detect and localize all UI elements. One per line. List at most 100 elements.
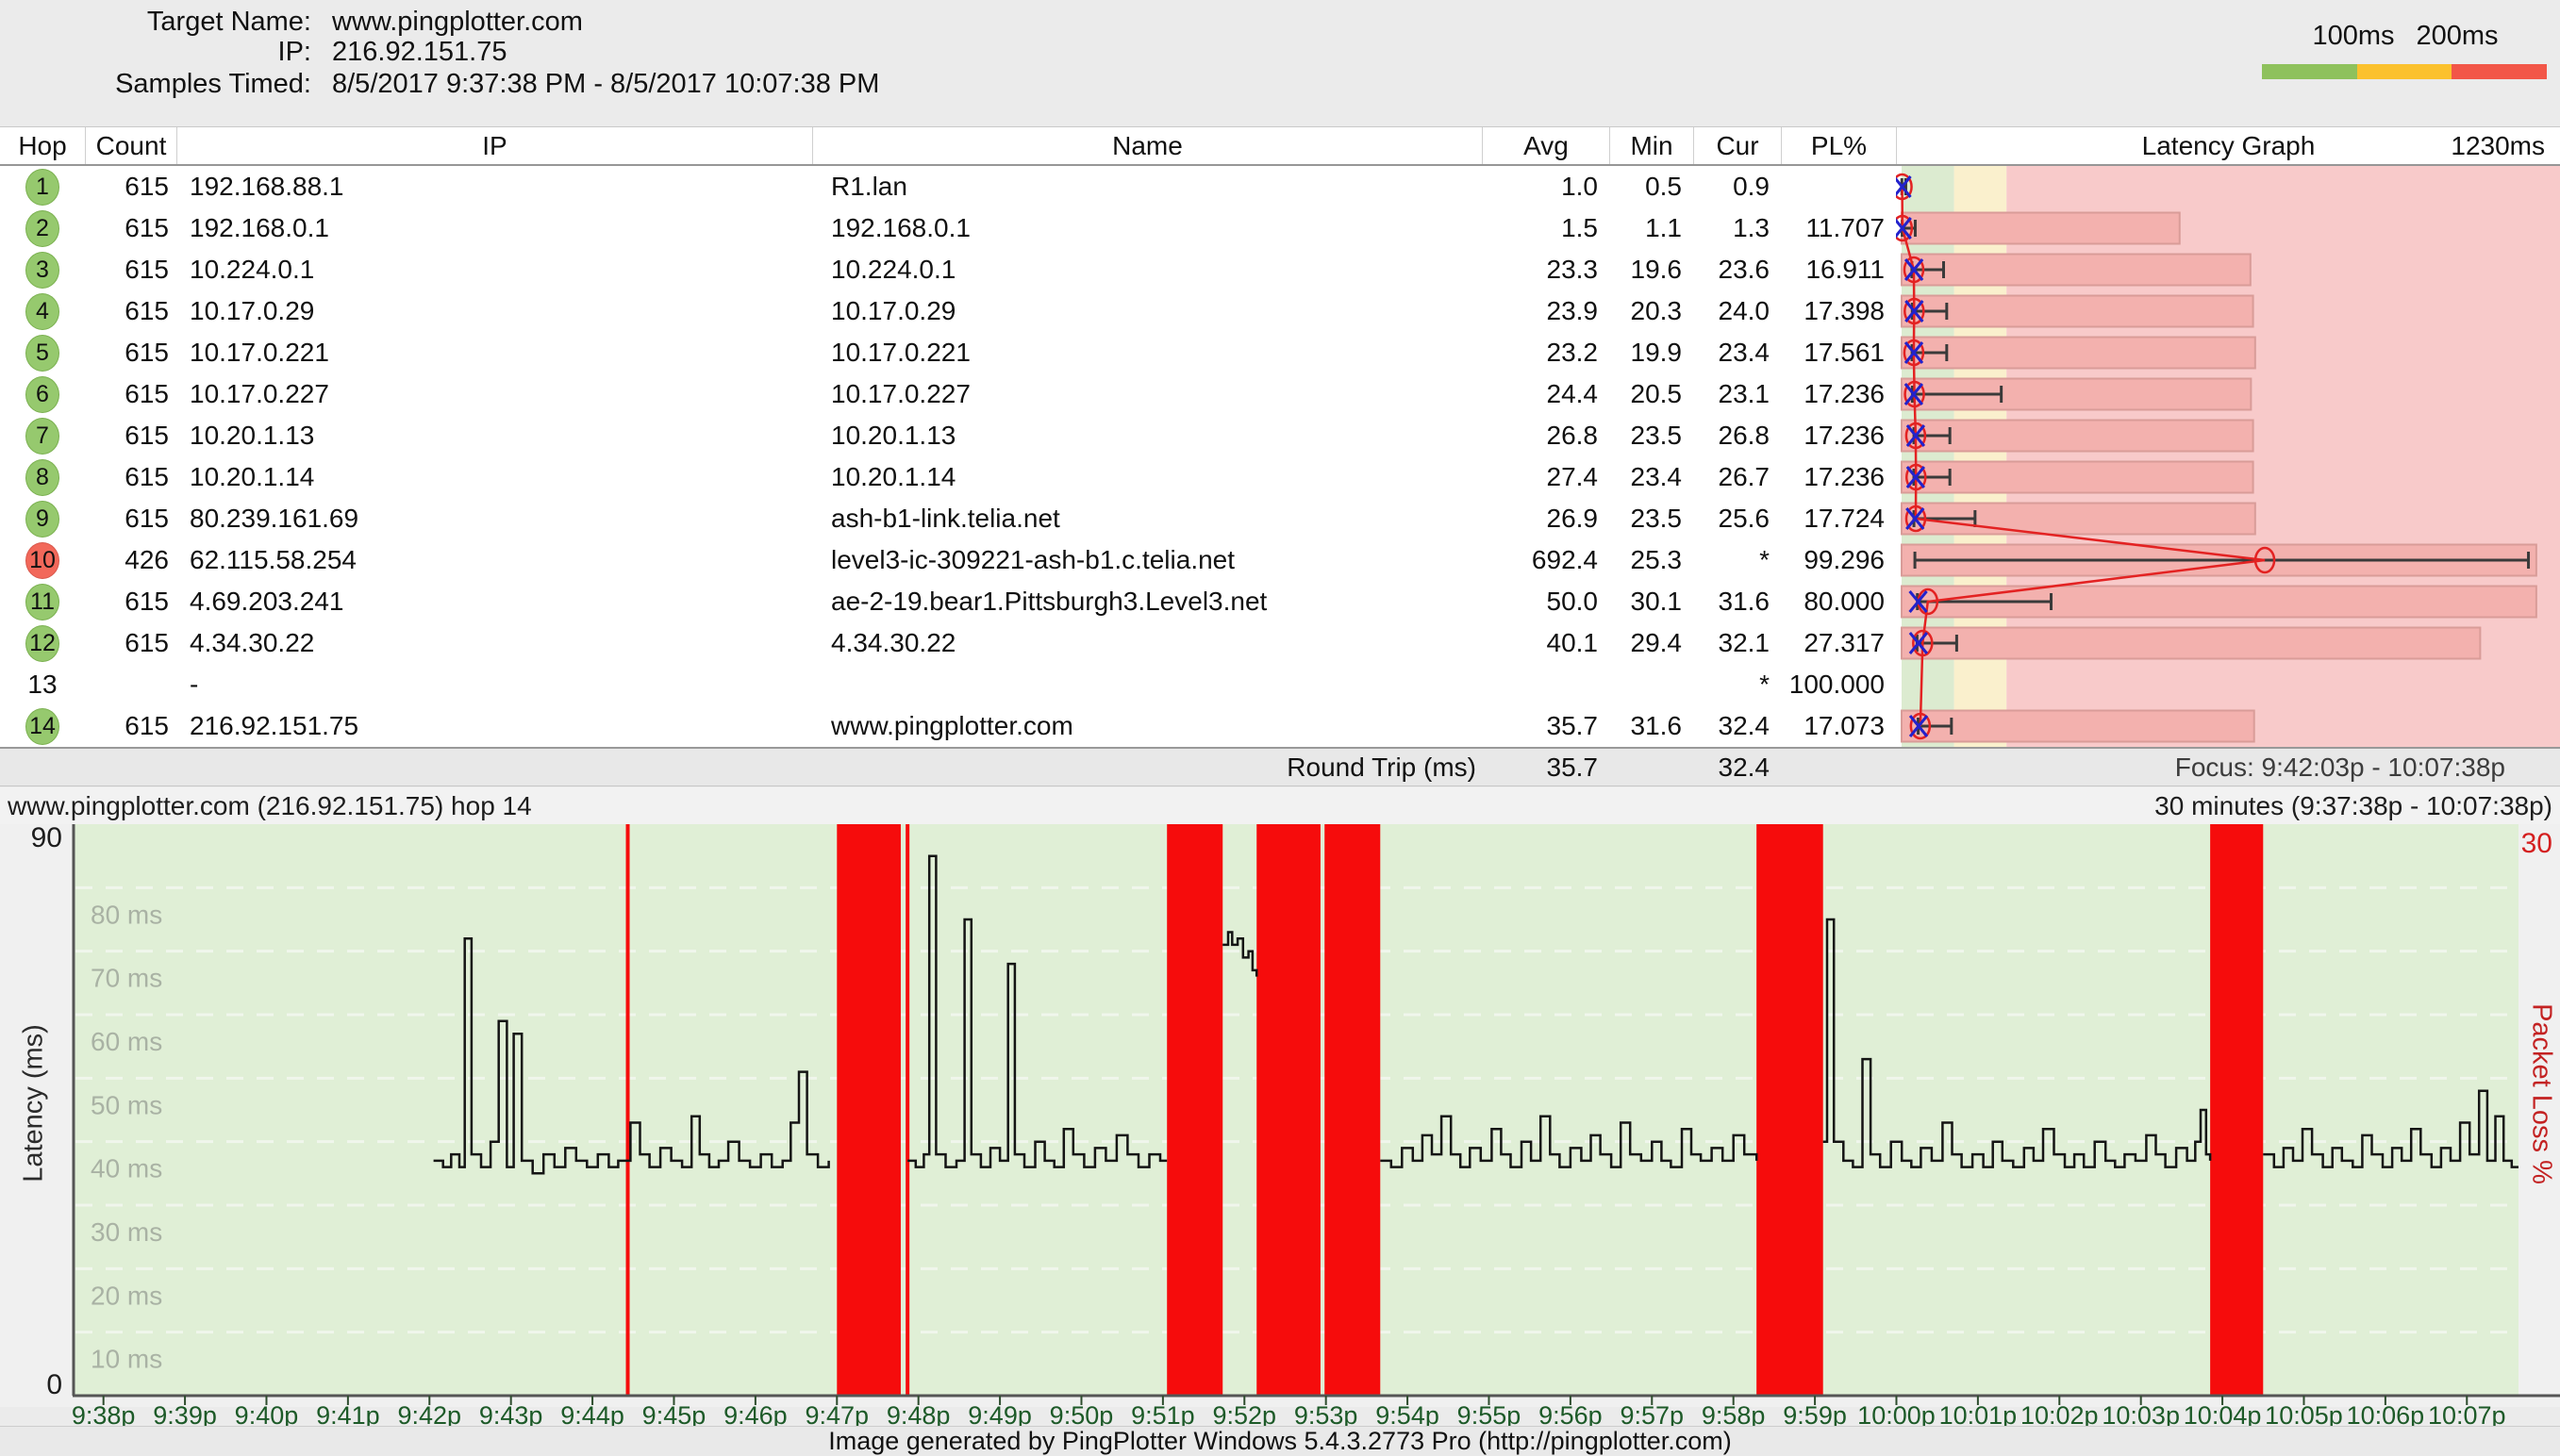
count-cell: 615 <box>85 587 176 617</box>
col-header-latency-graph[interactable]: Latency Graph 1230ms <box>1896 127 2560 164</box>
ip-cell: - <box>176 670 812 700</box>
min-cell: 19.9 <box>1609 338 1693 368</box>
name-cell: www.pingplotter.com <box>812 711 1482 741</box>
hop-badge: 8 <box>25 459 59 496</box>
min-cell: 31.6 <box>1609 711 1693 741</box>
hop-row-11[interactable]: 116154.69.203.241ae-2-19.bear1.Pittsburg… <box>0 581 2560 622</box>
round-trip-cur: 32.4 <box>1693 753 1781 783</box>
hop-row-9[interactable]: 961580.239.161.69ash-b1-link.telia.net26… <box>0 498 2560 539</box>
cur-cell: 1.3 <box>1693 213 1781 243</box>
legend-200ms-label: 200ms <box>2416 21 2498 52</box>
col-header-count[interactable]: Count <box>85 127 176 164</box>
y-grid-label: 30 ms <box>91 1217 162 1247</box>
ip-label: IP: <box>0 37 311 68</box>
focus-range-label: Focus: 9:42:03p - 10:07:38p <box>1896 753 2560 783</box>
pl-cell: 17.398 <box>1781 296 1896 326</box>
round-trip-avg: 35.7 <box>1482 753 1609 783</box>
hop-row-1[interactable]: 1615192.168.88.1R1.lan1.00.50.9 <box>0 166 2560 207</box>
ip-cell: 192.168.0.1 <box>176 213 812 243</box>
packet-loss-bar <box>837 824 901 1396</box>
hop-badge: 12 <box>25 625 59 662</box>
col-header-name[interactable]: Name <box>812 127 1482 164</box>
cur-cell: * <box>1693 670 1781 700</box>
hop-cell: 1 <box>0 166 85 207</box>
packet-loss-bar <box>2210 824 2263 1396</box>
samples-timed-label: Samples Timed: <box>0 69 311 100</box>
name-cell: 4.34.30.22 <box>812 628 1482 658</box>
hop-row-7[interactable]: 761510.20.1.1310.20.1.1326.823.526.817.2… <box>0 415 2560 456</box>
pl-cell: 17.236 <box>1781 379 1896 409</box>
y-grid-label: 10 ms <box>91 1345 162 1374</box>
name-cell: 10.17.0.221 <box>812 338 1482 368</box>
cur-cell: 32.4 <box>1693 711 1781 741</box>
latency-timeline-chart[interactable]: 10 ms20 ms30 ms40 ms50 ms60 ms70 ms80 ms… <box>0 824 2560 1407</box>
hop-row-8[interactable]: 861510.20.1.1410.20.1.1427.423.426.717.2… <box>0 456 2560 498</box>
avg-cell: 50.0 <box>1482 587 1609 617</box>
hop-row-5[interactable]: 561510.17.0.22110.17.0.22123.219.923.417… <box>0 332 2560 373</box>
min-cell: 23.5 <box>1609 421 1693 451</box>
latency-graph-label: Latency Graph <box>2142 131 2316 161</box>
col-header-avg[interactable]: Avg <box>1482 127 1609 164</box>
count-cell: 615 <box>85 296 176 326</box>
pl-cell: 80.000 <box>1781 587 1896 617</box>
min-cell: 20.5 <box>1609 379 1693 409</box>
hop-cell: 4 <box>0 290 85 332</box>
ip-cell: 62.115.58.254 <box>176 545 812 575</box>
time-axis-labels: 9:38p9:39p9:40p9:41p9:42p9:43p9:44p9:45p… <box>0 1401 2560 1426</box>
hop-row-2[interactable]: 2615192.168.0.1192.168.0.11.51.11.311.70… <box>0 207 2560 249</box>
hop-cell: 6 <box>0 373 85 415</box>
col-header-cur[interactable]: Cur <box>1693 127 1781 164</box>
y-max-label: 90 <box>31 824 62 853</box>
legend-100ms-label: 100ms <box>2312 21 2394 52</box>
latency-scale-legend: 100ms 200ms <box>2250 0 2547 94</box>
y-grid-label: 50 ms <box>91 1090 162 1119</box>
ip-cell: 80.239.161.69 <box>176 504 812 534</box>
y-grid-label: 80 ms <box>91 900 162 929</box>
hop-cell: 10 <box>0 539 85 581</box>
summary-header: Target Name: www.pingplotter.com IP: 216… <box>0 0 2560 126</box>
count-cell: 615 <box>85 711 176 741</box>
hop-row-6[interactable]: 661510.17.0.22710.17.0.22724.420.523.117… <box>0 373 2560 415</box>
name-cell: 10.224.0.1 <box>812 255 1482 285</box>
min-cell: 20.3 <box>1609 296 1693 326</box>
target-name-label: Target Name: <box>0 7 311 38</box>
hop-badge: 9 <box>25 501 59 538</box>
min-cell: 19.6 <box>1609 255 1693 285</box>
latency-scale-max: 1230ms <box>2451 127 2545 164</box>
hop-row-3[interactable]: 361510.224.0.110.224.0.123.319.623.616.9… <box>0 249 2560 290</box>
ip-cell: 10.17.0.227 <box>176 379 812 409</box>
round-trip-label: Round Trip (ms) <box>812 753 1482 783</box>
hop-row-14[interactable]: 14615216.92.151.75www.pingplotter.com35.… <box>0 705 2560 747</box>
latency-scale-bar <box>2262 64 2547 79</box>
legend-green-segment <box>2262 64 2357 79</box>
avg-cell: 26.8 <box>1482 421 1609 451</box>
hop-row-4[interactable]: 461510.17.0.2910.17.0.2923.920.324.017.3… <box>0 290 2560 332</box>
avg-cell: 24.4 <box>1482 379 1609 409</box>
col-header-ip[interactable]: IP <box>176 127 812 164</box>
min-cell: 25.3 <box>1609 545 1693 575</box>
cur-cell: 25.6 <box>1693 504 1781 534</box>
cur-cell: * <box>1693 545 1781 575</box>
avg-cell: 27.4 <box>1482 462 1609 492</box>
count-cell: 615 <box>85 628 176 658</box>
pl-cell: 17.073 <box>1781 711 1896 741</box>
col-header-min[interactable]: Min <box>1609 127 1693 164</box>
hop-row-12[interactable]: 126154.34.30.224.34.30.2240.129.432.127.… <box>0 622 2560 664</box>
pl-cell: 16.911 <box>1781 255 1896 285</box>
cur-cell: 24.0 <box>1693 296 1781 326</box>
y-grid-label: 40 ms <box>91 1154 162 1183</box>
col-header-pl[interactable]: PL% <box>1781 127 1896 164</box>
count-cell: 615 <box>85 421 176 451</box>
hop-row-10[interactable]: 1042662.115.58.254level3-ic-309221-ash-b… <box>0 539 2560 581</box>
count-cell: 615 <box>85 462 176 492</box>
col-header-hop[interactable]: Hop <box>0 127 85 164</box>
name-cell: ash-b1-link.telia.net <box>812 504 1482 534</box>
packet-loss-bar <box>1324 824 1380 1396</box>
avg-cell: 23.3 <box>1482 255 1609 285</box>
count-cell: 615 <box>85 504 176 534</box>
y-min-label: 0 <box>46 1369 62 1400</box>
hop-row-13[interactable]: 13-*100.000 <box>0 664 2560 705</box>
packet-loss-max-label: 30 <box>2521 828 2552 860</box>
hop-cell: 11 <box>0 581 85 622</box>
name-cell: R1.lan <box>812 172 1482 202</box>
